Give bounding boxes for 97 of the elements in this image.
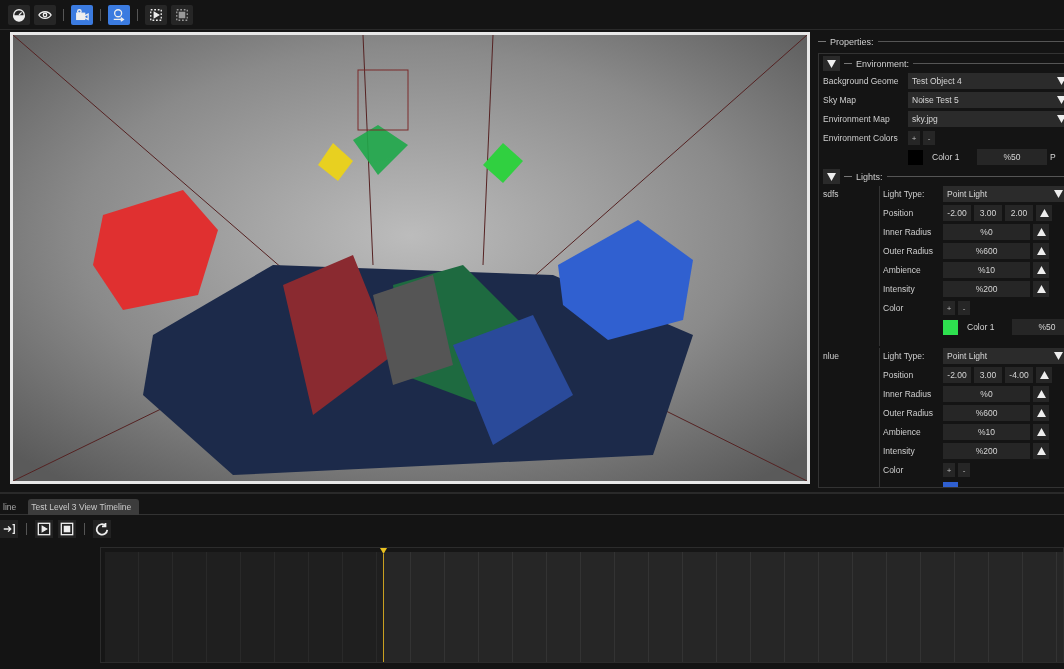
- timeline-tab[interactable]: line: [0, 499, 25, 515]
- stop-icon: [60, 522, 74, 536]
- property-label: Position: [883, 208, 915, 219]
- property-label: Environment Colors: [823, 133, 899, 144]
- section-title: Environment:: [856, 58, 910, 69]
- collapse-toggle[interactable]: [823, 169, 840, 185]
- property-label: Position: [883, 370, 915, 381]
- increment-button[interactable]: [1033, 281, 1049, 298]
- camera-icon: [75, 7, 89, 22]
- timeline-tab[interactable]: Test Level 3 View Timeline: [28, 499, 140, 515]
- panel-title: Properties:: [830, 36, 874, 47]
- toolbar-button[interactable]: [8, 4, 30, 25]
- toolbar-button[interactable]: [145, 4, 167, 25]
- collapse-arrow-icon: [827, 172, 836, 181]
- increment-button[interactable]: [1033, 443, 1049, 460]
- property-label: Inner Radius: [883, 389, 933, 400]
- value-field[interactable]: %200: [943, 443, 1030, 460]
- dropdown-arrow-icon: [1057, 96, 1064, 105]
- toolbar-button[interactable]: [71, 4, 93, 25]
- position-field[interactable]: 3.00: [974, 205, 1002, 222]
- add-button[interactable]: +: [943, 463, 955, 478]
- timeline-control-button[interactable]: [58, 520, 76, 538]
- increment-button[interactable]: [1033, 243, 1049, 260]
- increment-button[interactable]: [1033, 386, 1049, 403]
- property-label: Color: [883, 465, 905, 476]
- remove-button[interactable]: -: [923, 131, 935, 146]
- position-field[interactable]: -4.00: [1005, 367, 1033, 384]
- increment-button[interactable]: [1036, 205, 1052, 222]
- sphere-icon: [12, 7, 26, 22]
- property-label: Intensity: [883, 284, 916, 295]
- value-field[interactable]: %0: [943, 224, 1030, 241]
- timeline-control-button[interactable]: [35, 520, 53, 538]
- value-field[interactable]: %600: [943, 243, 1030, 260]
- increment-button[interactable]: [1033, 424, 1049, 441]
- property-label: Ambience: [883, 265, 922, 276]
- property-label: Sky Map: [823, 95, 858, 106]
- property-label: Intensity: [883, 446, 916, 457]
- light-type-dropdown[interactable]: Point Light: [943, 348, 1064, 365]
- property-label: Outer Radius: [883, 246, 935, 257]
- property-label: Light Type:: [883, 189, 926, 200]
- timeline-control-button[interactable]: [93, 520, 111, 538]
- timeline-control-button[interactable]: [0, 520, 18, 538]
- color-label: Color 1: [966, 322, 996, 333]
- value-field[interactable]: %10: [943, 262, 1030, 279]
- value-field[interactable]: %200: [943, 281, 1030, 298]
- increment-button[interactable]: [1033, 405, 1049, 422]
- property-label: Inner Radius: [883, 227, 933, 238]
- property-label: Environment Map: [823, 114, 891, 125]
- dropdown-arrow-icon: [1054, 352, 1063, 361]
- section-title: Lights:: [856, 171, 883, 182]
- triangle-icon: [379, 548, 387, 554]
- toolbar-button[interactable]: [34, 4, 56, 25]
- property-label: Color: [883, 303, 905, 314]
- dropdown-arrow-icon: [1057, 115, 1064, 124]
- property-dropdown[interactable]: Noise Test 5: [908, 92, 1064, 109]
- property-label: Ambience: [883, 427, 922, 438]
- property-dropdown[interactable]: sky.jpg: [908, 111, 1064, 128]
- reload-icon: [95, 522, 109, 536]
- light-type-dropdown[interactable]: Point Light: [943, 186, 1064, 203]
- export-icon: [112, 7, 126, 22]
- frame-play-icon: [149, 7, 163, 22]
- color-value-field[interactable]: %50: [1012, 319, 1064, 336]
- value-field[interactable]: %10: [943, 424, 1030, 441]
- increment-button[interactable]: [1033, 224, 1049, 241]
- increment-button[interactable]: [1036, 367, 1052, 384]
- property-label: Outer Radius: [883, 408, 935, 419]
- property-label: Light Type:: [883, 351, 926, 362]
- frame-stop-icon: [175, 7, 189, 22]
- increment-button[interactable]: [1033, 262, 1049, 279]
- color-label: Color 1: [931, 152, 961, 163]
- light-name: sdfs: [823, 187, 840, 201]
- property-label: Background Geome: [823, 76, 900, 87]
- remove-button[interactable]: -: [958, 463, 970, 478]
- play-icon: [37, 522, 51, 536]
- exit-icon: [2, 522, 16, 536]
- property-dropdown[interactable]: Test Object 4: [908, 73, 1064, 90]
- color-value-field[interactable]: %50: [977, 149, 1047, 166]
- position-field[interactable]: 3.00: [974, 367, 1002, 384]
- remove-button[interactable]: -: [958, 301, 970, 316]
- light-name: nlue: [823, 349, 841, 363]
- playhead[interactable]: [379, 548, 387, 662]
- collapse-toggle[interactable]: [823, 56, 840, 72]
- position-field[interactable]: -2.00: [943, 367, 971, 384]
- toolbar-button[interactable]: [171, 4, 193, 25]
- add-button[interactable]: +: [908, 131, 920, 146]
- timeline-track[interactable]: [100, 547, 1064, 663]
- collapse-arrow-icon: [827, 59, 836, 68]
- color-extra-label: P: [1050, 152, 1056, 163]
- dropdown-arrow-icon: [1057, 77, 1064, 86]
- dropdown-arrow-icon: [1054, 190, 1063, 199]
- position-field[interactable]: -2.00: [943, 205, 971, 222]
- color-swatch[interactable]: [943, 319, 958, 335]
- value-field[interactable]: %600: [943, 405, 1030, 422]
- position-field[interactable]: 2.00: [1005, 205, 1033, 222]
- toolbar-button[interactable]: [108, 4, 130, 25]
- add-button[interactable]: +: [943, 301, 955, 316]
- value-field[interactable]: %0: [943, 386, 1030, 403]
